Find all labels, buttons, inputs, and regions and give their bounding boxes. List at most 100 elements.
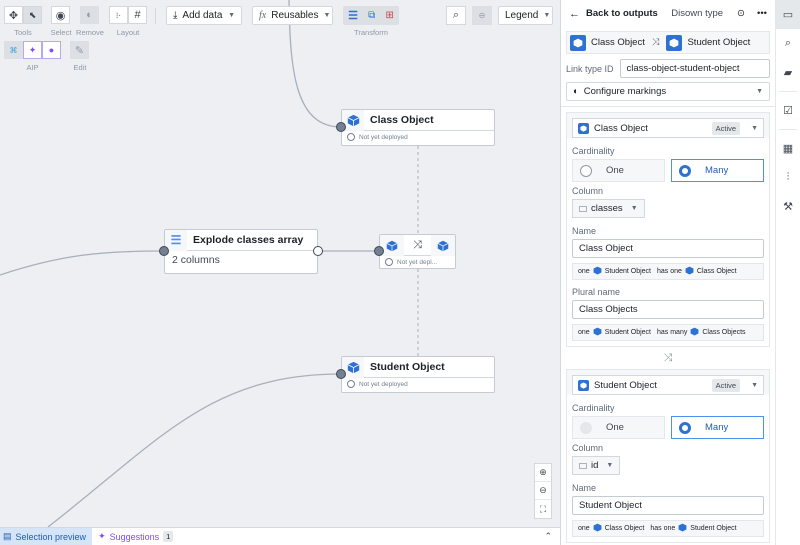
object-cube-icon <box>690 327 699 338</box>
cardinality-many-option[interactable]: Many <box>671 416 764 439</box>
zoom-out-button[interactable]: ⊖ <box>535 482 551 500</box>
remove-button[interactable]: ◐ <box>80 6 99 24</box>
link-icon: ⤨ <box>413 238 422 251</box>
name-input[interactable]: Student Object <box>572 496 764 515</box>
fit-to-screen-button[interactable]: ⛶ <box>535 500 551 518</box>
plural-name-label: Plural name <box>572 287 621 297</box>
sentence-word: one <box>578 268 590 275</box>
zoom-out-icon: ⊖ <box>539 485 547 495</box>
aip-sparkle-button[interactable]: ✦ <box>23 41 42 59</box>
aip-idea-button[interactable]: ● <box>42 41 61 59</box>
tools-group: ✥ ⬉ <box>4 6 42 24</box>
selection-preview-tab[interactable]: ▤ Selection preview <box>0 527 93 545</box>
cardinality-toggle: One Many <box>572 416 764 439</box>
zoom-in-button[interactable]: ⊕ <box>535 464 551 482</box>
target-object: Student Object <box>687 37 751 48</box>
more-icon[interactable]: ••• <box>757 8 767 19</box>
suggestions-tab[interactable]: ✦ Suggestions 1 <box>92 531 174 542</box>
output-port[interactable] <box>313 246 323 256</box>
edit-group: ✎ <box>70 41 89 59</box>
plural-name-input[interactable]: Class Objects <box>572 300 764 319</box>
cardinality-many-option[interactable]: Many <box>671 159 764 182</box>
input-port[interactable] <box>336 122 346 132</box>
configure-markings-dropdown[interactable]: ◐ Configure markings ▼ <box>566 82 770 101</box>
legend-dropdown[interactable]: Legend ▼ <box>498 6 553 25</box>
select-label: Select <box>50 28 72 37</box>
aip-graph-button[interactable]: ⌘ <box>4 41 23 59</box>
column-dropdown[interactable]: classes ▼ <box>572 199 645 218</box>
right-rail: ▭ ⌕ ▰ ☑ ▦ ⫶ ⚒ <box>775 0 800 545</box>
build-button[interactable]: ⚒ <box>776 192 800 221</box>
rail-divider <box>779 91 797 92</box>
sentence-object: Student Object <box>604 329 651 336</box>
suggestions-count: 1 <box>163 531 174 542</box>
target-icon[interactable]: ⊙ <box>737 8 745 19</box>
object-cube-icon <box>685 266 694 277</box>
search-graph-button[interactable]: ⌕ <box>446 6 466 25</box>
name-label: Name <box>572 226 597 236</box>
comments-button[interactable]: ⊖ <box>472 6 492 25</box>
object-cube-icon <box>570 34 586 51</box>
input-port[interactable] <box>336 369 346 379</box>
aip-label: AIP <box>26 63 39 72</box>
back-to-outputs-button[interactable]: Back to outputs <box>586 8 658 19</box>
sentence-object: Student Object <box>604 268 651 275</box>
node-title: Explode classes array <box>193 234 304 246</box>
name-input[interactable]: Class Object <box>572 239 764 258</box>
properties-button[interactable]: ▭ <box>776 0 800 29</box>
link-type-id-input[interactable]: class-object-student-object <box>619 59 770 78</box>
select-tool-button[interactable]: ⬉ <box>23 6 42 24</box>
layout-group: ⁝· # <box>109 6 147 24</box>
input-port[interactable] <box>159 246 169 256</box>
node-class-object[interactable]: Class Object Not yet deployed <box>341 109 495 146</box>
pan-tool-button[interactable]: ✥ <box>4 6 23 24</box>
disown-type-button[interactable]: Disown type <box>671 8 723 19</box>
deploy-status: Not yet deployed <box>359 133 408 141</box>
option-label: Many <box>705 165 729 176</box>
cardinality-one-option[interactable]: One <box>572 416 665 439</box>
lightbulb-icon: ● <box>48 45 55 55</box>
edit-button[interactable]: ✎ <box>70 41 89 59</box>
pointer-select-icon: ⬉ <box>28 9 37 20</box>
calendar-button[interactable]: ▦ <box>776 134 800 163</box>
sentence-word: one <box>578 329 590 336</box>
folder-button[interactable]: ▰ <box>776 58 800 87</box>
radio-on <box>679 421 691 434</box>
expand-panel-button[interactable]: ⌃ <box>544 531 552 542</box>
node-student-object[interactable]: Student Object Not yet deployed <box>341 356 495 393</box>
column-dropdown[interactable]: id ▼ <box>572 456 621 475</box>
grid-icon: # <box>134 9 141 21</box>
object-selector[interactable]: Class Object Active ▼ <box>572 118 764 138</box>
option-label: Many <box>705 422 729 433</box>
edit-label: Edit <box>73 63 87 72</box>
node-link-type[interactable]: ⤨ Not yet depl... <box>379 234 456 269</box>
new-transform-button[interactable]: ⊞ <box>385 10 393 21</box>
link-icon: ⤨ <box>651 37 660 48</box>
add-data-label: Add data <box>182 10 223 21</box>
object-selector[interactable]: Student Object Active ▼ <box>572 375 764 395</box>
divider <box>561 106 775 107</box>
join-transform-button[interactable]: ⧉ <box>368 10 375 21</box>
add-data-dropdown[interactable]: ⤓ Add data ▼ <box>166 6 242 25</box>
graph-canvas[interactable]: ✥ ⬉ Tools ◉ Select ◐ Remove ⁝· # Layout … <box>0 0 560 527</box>
sentence-word: has many <box>657 329 688 336</box>
search-button[interactable]: ⌕ <box>776 29 800 58</box>
sentence-object: Student Object <box>690 525 737 532</box>
name-label: Name <box>572 483 597 493</box>
sentence-object: Class Object <box>696 268 737 275</box>
select-button[interactable]: ◉ <box>51 6 70 24</box>
column-label: Column <box>572 186 604 196</box>
explode-transform-button[interactable]: ☰ <box>348 9 358 22</box>
auto-layout-button[interactable]: ⁝· <box>109 6 128 24</box>
object-cube-icon <box>593 266 602 277</box>
move-icon: ✥ <box>8 9 19 22</box>
input-port[interactable] <box>374 246 384 256</box>
cardinality-one-option[interactable]: One <box>572 159 665 182</box>
reusables-dropdown[interactable]: fx Reusables ▼ <box>252 6 333 25</box>
suggestions-label: Suggestions <box>109 531 160 542</box>
sentence-word: has one <box>657 268 682 275</box>
settings-sliders-button[interactable]: ⫶ <box>776 163 800 192</box>
node-explode-classes[interactable]: ☰ Explode classes array 2 columns <box>164 229 318 274</box>
grid-layout-button[interactable]: # <box>128 6 147 24</box>
checklist-button[interactable]: ☑ <box>776 96 800 125</box>
